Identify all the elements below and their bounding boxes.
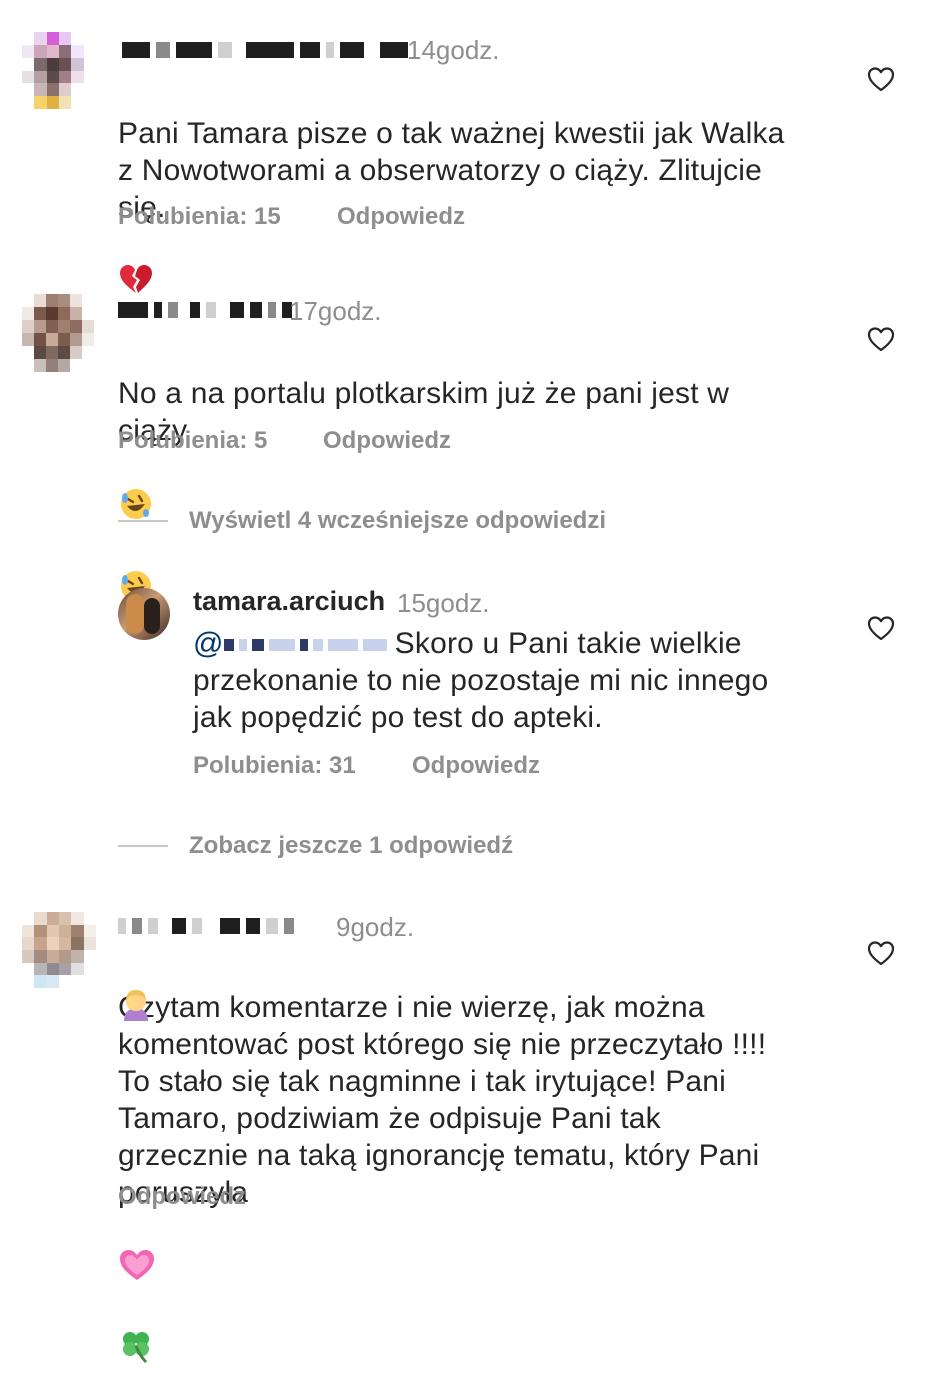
likes-count[interactable]: Polubienia: 31	[193, 752, 356, 780]
see-more-replies-button[interactable]: Zobacz jeszcze 1 odpowiedź	[189, 832, 513, 860]
mention-link[interactable]: @	[193, 627, 395, 660]
rofl-emoji-icon	[118, 449, 154, 531]
comment-time: 15godz.	[397, 588, 490, 618]
comment-username[interactable]: tamara.arciuch	[193, 586, 385, 617]
comment-text: Czytam komentarze i nie wierzę, jak możn…	[118, 952, 848, 1373]
comment-body-line1: Skoro u Pani takie wielkie	[394, 627, 742, 660]
heart-outline-icon[interactable]	[867, 615, 895, 641]
pink-heart-icon	[118, 1211, 168, 1291]
reply-button[interactable]: Odpowiedz	[412, 752, 540, 780]
comment-body: Czytam komentarze i nie wierzę, jak możn…	[118, 991, 767, 1209]
comment-time: 17godz.	[289, 296, 382, 326]
comment-body-rest: przekonanie to nie pozostaje mi nic inne…	[193, 664, 769, 734]
username-redacted[interactable]	[118, 914, 300, 938]
reply-button[interactable]: Odpowiedz	[323, 427, 451, 455]
comment-text: No a na portalu plotkarskim już że pani …	[118, 338, 838, 613]
reply-button[interactable]: Odpowiedz	[337, 203, 465, 231]
heart-outline-icon[interactable]	[867, 326, 895, 352]
divider-line	[118, 520, 168, 522]
broken-heart-icon	[118, 226, 154, 304]
comment-text: @ Skoro u Pani takie wielkie przekonanie …	[193, 625, 843, 736]
mention-username-redacted	[223, 639, 387, 652]
avatar[interactable]	[118, 588, 170, 640]
comment-text: Pani Tamara pisze o tak ważnej kwestii j…	[118, 78, 838, 304]
avatar[interactable]	[22, 32, 96, 122]
heart-outline-icon[interactable]	[867, 940, 895, 966]
heart-outline-icon[interactable]	[867, 66, 895, 92]
comment-time: 14godz.	[407, 35, 500, 65]
woman-facepalm-icon	[118, 950, 154, 1032]
likes-count[interactable]: Polubienia: 15	[118, 203, 281, 231]
avatar[interactable]	[22, 294, 94, 372]
likes-count[interactable]: Polubienia: 5	[118, 427, 267, 455]
username-redacted[interactable]	[122, 38, 414, 62]
reply-button[interactable]: Odpowiedz	[118, 1183, 246, 1211]
clover-icon	[118, 1291, 168, 1373]
avatar[interactable]	[22, 912, 96, 988]
divider-line	[118, 845, 168, 847]
view-previous-replies-button[interactable]: Wyświetl 4 wcześniejsze odpowiedzi	[189, 507, 606, 535]
comment-time: 9godz.	[336, 912, 415, 942]
username-redacted[interactable]	[118, 298, 298, 322]
